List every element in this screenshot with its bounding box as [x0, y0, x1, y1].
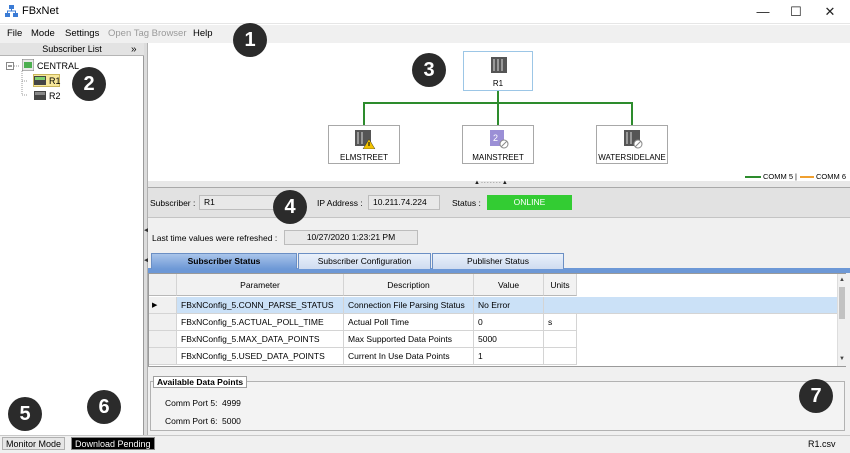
- comm5-legend-label: COMM 5: [763, 172, 793, 181]
- table-cell[interactable]: Current In Use Data Points: [344, 348, 474, 365]
- node-root-label: R1: [492, 79, 504, 88]
- maximize-button[interactable]: ☐: [779, 0, 813, 24]
- row-header[interactable]: [149, 331, 177, 348]
- comm-line: [497, 102, 499, 126]
- table-cell[interactable]: FBxNConfig_5.USED_DATA_POINTS: [177, 348, 344, 365]
- table-cell[interactable]: FBxNConfig_5.ACTUAL_POLL_TIME: [177, 314, 344, 331]
- node-root[interactable]: R1: [463, 51, 533, 91]
- row-header[interactable]: [149, 348, 177, 365]
- comm6-legend-line: [800, 176, 814, 178]
- menu-mode[interactable]: Mode: [31, 28, 55, 39]
- tab-publisher-status[interactable]: Publisher Status: [432, 253, 564, 269]
- menu-open-tag-browser[interactable]: Open Tag Browser: [108, 28, 187, 39]
- tab-subscriber-status[interactable]: Subscriber Status: [151, 253, 297, 269]
- status-badge: ONLINE: [487, 195, 572, 210]
- table-cell[interactable]: FBxNConfig_5.CONN_PARSE_STATUS: [177, 297, 344, 314]
- column-header-parameter[interactable]: Parameter: [177, 274, 344, 296]
- callout-badge-5: 5: [8, 397, 42, 431]
- menu-help[interactable]: Help: [193, 28, 213, 39]
- device-disabled-icon: [624, 130, 643, 149]
- node-watersidelane-label: WATERSIDELANE: [598, 153, 666, 162]
- scroll-up-icon[interactable]: ▲: [839, 277, 845, 283]
- callout-badge-4: 4: [273, 190, 307, 224]
- column-header-description[interactable]: Description: [344, 274, 474, 296]
- device-disabled-icon: 2: [490, 130, 509, 149]
- table-cell[interactable]: 0: [474, 314, 544, 331]
- device-icon: [491, 57, 507, 73]
- table-cell[interactable]: Actual Poll Time: [344, 314, 474, 331]
- table-cell[interactable]: FBxNConfig_5.MAX_DATA_POINTS: [177, 331, 344, 348]
- callout-badge-1: 1: [233, 23, 267, 57]
- scroll-down-icon[interactable]: ▼: [839, 356, 845, 362]
- minimize-button[interactable]: —: [746, 0, 780, 24]
- device-icon: [34, 76, 46, 85]
- table-cell[interactable]: [544, 331, 577, 348]
- comm-port-5-label: Comm Port 5:: [165, 398, 218, 408]
- callout-badge-7: 7: [799, 379, 833, 413]
- device-icon: [34, 91, 46, 100]
- app-title: FBxNet: [22, 5, 59, 17]
- table-cell[interactable]: No Error: [474, 297, 544, 314]
- table-corner: [149, 274, 177, 296]
- refresh-time-field: 10/27/2020 1:23:21 PM: [284, 230, 418, 245]
- collapse-pane-icon[interactable]: »: [131, 43, 137, 56]
- callout-badge-2: 2: [72, 67, 106, 101]
- callout-badge-6: 6: [87, 390, 121, 424]
- table-cell[interactable]: 5000: [474, 331, 544, 348]
- app-icon: [5, 5, 18, 17]
- subscriber-list-header: Subscriber List: [0, 43, 144, 56]
- menu-file[interactable]: File: [7, 28, 22, 39]
- comm-port-5-value: 4999: [222, 398, 241, 408]
- node-watersidelane[interactable]: WATERSIDELANE: [596, 125, 668, 164]
- legend-separator: |: [795, 172, 797, 181]
- table-cell[interactable]: [544, 297, 838, 314]
- tab-subscriber-configuration[interactable]: Subscriber Configuration: [298, 253, 431, 269]
- refresh-label: Last time values were refreshed :: [152, 233, 278, 243]
- download-pending-indicator: Download Pending: [71, 437, 155, 450]
- scrollbar-thumb[interactable]: [839, 287, 845, 319]
- tree-root-central[interactable]: CENTRAL: [37, 61, 79, 71]
- status-table: Parameter Description Value Units ▶ FBxN…: [148, 273, 846, 367]
- row-header[interactable]: [149, 314, 177, 331]
- comm-port-6-label: Comm Port 6:: [165, 416, 218, 426]
- node-mainstreet[interactable]: 2 MAINSTREET: [462, 125, 534, 164]
- close-button[interactable]: ✕: [813, 0, 847, 24]
- ip-address-field: 10.211.74.224: [368, 195, 440, 210]
- table-cell[interactable]: Connection File Parsing Status: [344, 297, 474, 314]
- column-header-value[interactable]: Value: [474, 274, 544, 296]
- title-bar: [0, 0, 850, 24]
- comm6-legend-label: COMM 6: [816, 172, 846, 181]
- tree-item-r1[interactable]: R1: [49, 76, 61, 86]
- monitor-mode-indicator: Monitor Mode: [2, 437, 66, 450]
- table-cell[interactable]: Max Supported Data Points: [344, 331, 474, 348]
- node-mainstreet-label: MAINSTREET: [472, 153, 524, 162]
- device-warning-icon: [355, 130, 376, 149]
- available-data-points-panel: [150, 381, 845, 431]
- table-cell[interactable]: s: [544, 314, 577, 331]
- row-marker-icon[interactable]: ▶: [149, 297, 177, 314]
- table-cell[interactable]: 1: [474, 348, 544, 365]
- comm-line: [631, 102, 633, 126]
- comm-line: [363, 102, 365, 126]
- table-cell[interactable]: [544, 348, 577, 365]
- tree-item-r2[interactable]: R2: [49, 91, 61, 101]
- splitter-grip-icon: ▲·······▲: [474, 180, 509, 186]
- network-icon: [22, 59, 34, 71]
- node-elmstreet[interactable]: ELMSTREET: [328, 125, 400, 164]
- current-file-label: R1.csv: [808, 439, 836, 449]
- ip-address-label: IP Address :: [317, 198, 363, 208]
- callout-badge-3: 3: [412, 53, 446, 87]
- menu-settings[interactable]: Settings: [65, 28, 99, 39]
- comm-port-6-value: 5000: [222, 416, 241, 426]
- subscriber-list-pane: [0, 43, 144, 435]
- svg-text:2: 2: [493, 133, 498, 143]
- comm5-legend-line: [745, 176, 761, 178]
- column-header-units[interactable]: Units: [544, 274, 577, 296]
- node-elmstreet-label: ELMSTREET: [339, 153, 388, 162]
- status-label: Status :: [452, 198, 481, 208]
- available-data-points-title: Available Data Points: [153, 376, 248, 388]
- subscriber-label: Subscriber :: [150, 198, 196, 208]
